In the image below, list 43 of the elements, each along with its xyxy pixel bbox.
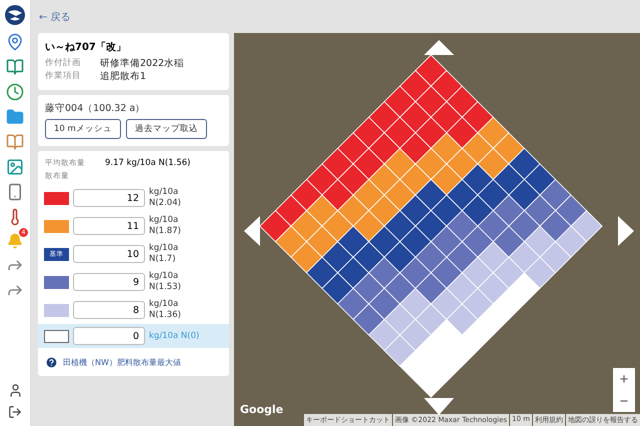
- logout-icon[interactable]: [8, 405, 22, 419]
- field-value: 追肥散布1: [100, 70, 146, 83]
- rate-input[interactable]: 8: [73, 301, 145, 319]
- bell-icon[interactable]: [7, 233, 23, 249]
- field-label: 作付計画: [45, 57, 82, 70]
- image-icon[interactable]: [6, 158, 24, 176]
- rate-unit: kg/10a N(0): [149, 330, 200, 342]
- app-logo-icon[interactable]: [4, 4, 26, 26]
- rate-input[interactable]: 0: [73, 327, 145, 345]
- rate-unit: kg/10a N(2.04): [149, 187, 182, 209]
- folder-icon[interactable]: [6, 108, 24, 126]
- rate-unit: kg/10a N(1.36): [149, 299, 182, 321]
- pan-up-icon[interactable]: [424, 40, 454, 55]
- rate-unit: kg/10a N(1.53): [149, 271, 182, 293]
- pan-right-icon[interactable]: [618, 216, 634, 246]
- rate-input[interactable]: 9: [73, 273, 145, 291]
- rate-input[interactable]: 12: [73, 189, 145, 207]
- job-title: い～ね707「改」: [45, 40, 127, 54]
- mesh-button[interactable]: 10 mメッシュ: [45, 119, 121, 139]
- rate-row[interactable]: 11 kg/10a N(1.87): [38, 212, 229, 240]
- phone-icon[interactable]: [6, 183, 24, 201]
- rate-unit: kg/10a N(1.87): [149, 215, 182, 237]
- book-icon[interactable]: [6, 58, 24, 76]
- rate-row[interactable]: 9 kg/10a N(1.53): [38, 268, 229, 296]
- field-label: 作業項目: [45, 70, 82, 83]
- field-value: 研修準備2022水稲: [100, 57, 184, 70]
- field-name: 藤守004（100.32 a）: [45, 102, 146, 115]
- back-link[interactable]: ← 戻る: [39, 10, 71, 24]
- map-pin-icon[interactable]: [6, 33, 24, 51]
- rate-input[interactable]: 11: [73, 217, 145, 235]
- help-icon[interactable]: [45, 356, 58, 369]
- open-book-icon[interactable]: [6, 133, 24, 151]
- rate-row[interactable]: 12 kg/10a N(2.04): [38, 184, 229, 212]
- rate-row[interactable]: 8 kg/10a N(1.36): [38, 296, 229, 324]
- rate-unit: kg/10a N(1.7): [149, 243, 180, 265]
- map-logo: Google: [240, 403, 284, 416]
- mesh-button[interactable]: 過去マップ取込: [126, 119, 207, 139]
- rate-row[interactable]: 0 kg/10a N(0): [38, 324, 229, 348]
- average-value: 9.17 kg/10a N(1.56): [105, 158, 190, 168]
- user-icon[interactable]: [8, 383, 22, 398]
- rate-input[interactable]: 10: [73, 245, 145, 263]
- help-link[interactable]: 田植機（NW）肥料散布量最大値: [63, 357, 181, 368]
- clock-icon[interactable]: [6, 83, 24, 101]
